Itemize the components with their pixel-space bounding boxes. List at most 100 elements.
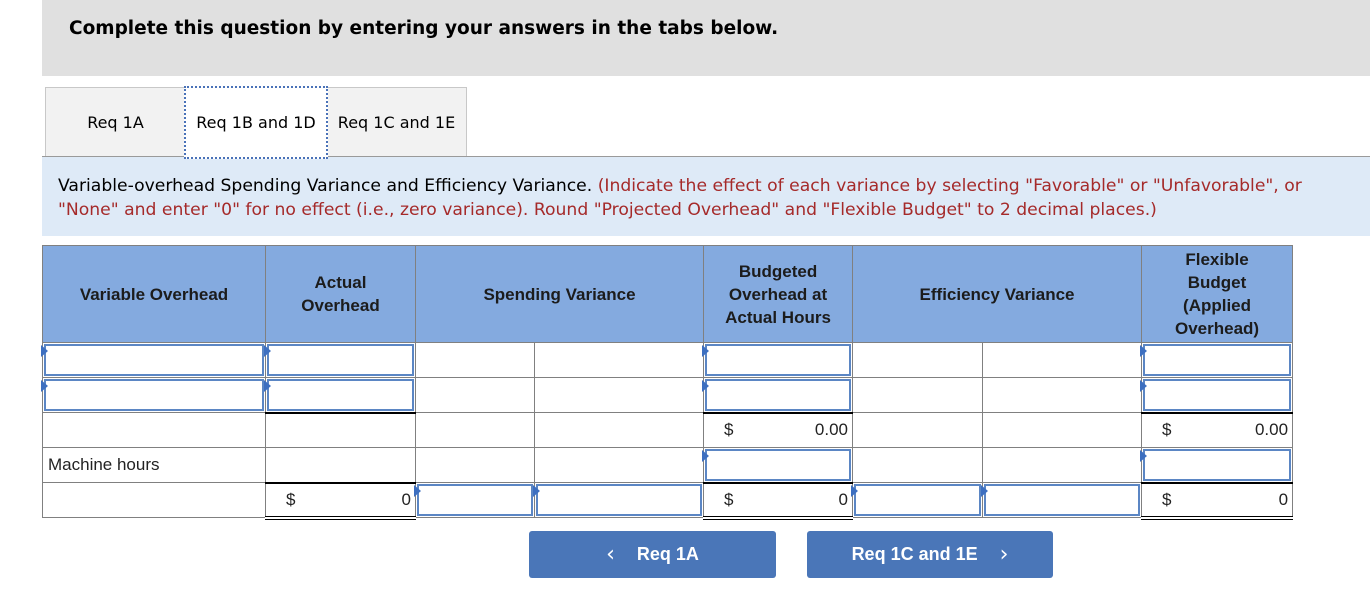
instructions-panel: Variable-overhead Spending Variance and … bbox=[42, 157, 1370, 236]
variable-overhead-cell[interactable] bbox=[41, 377, 266, 413]
variance-table: Variable Overhead Actual Overhead Spendi… bbox=[41, 245, 1294, 520]
efficiency-variance-effect-cell bbox=[982, 447, 1143, 483]
question-header: Complete this question by entering your … bbox=[42, 0, 1370, 76]
variable-overhead-input-2[interactable] bbox=[44, 379, 264, 411]
dropdown-indicator-icon bbox=[41, 345, 48, 357]
prev-button-label: Req 1A bbox=[636, 544, 699, 564]
flexible-budget-grand-total-cell: $ 0 bbox=[1141, 481, 1294, 520]
efficiency-variance-amount-cell bbox=[852, 447, 984, 483]
machine-hours-label: Machine hours bbox=[42, 447, 266, 483]
currency-symbol: $ bbox=[286, 489, 296, 509]
dropdown-indicator-icon bbox=[851, 485, 859, 497]
budgeted-overhead-grand-total-value: 0 bbox=[838, 489, 849, 509]
variable-overhead-cell bbox=[42, 482, 266, 518]
variable-overhead-input-1[interactable] bbox=[44, 344, 264, 376]
instructions-note-line2: "None" and enter "0" for no effect (i.e.… bbox=[58, 200, 1157, 220]
header-budgeted-overhead: Budgeted Overhead at Actual Hours bbox=[703, 245, 854, 343]
table-row: $ 0 $ 0 $ 0 bbox=[42, 481, 1294, 520]
spending-variance-effect-cell bbox=[533, 412, 705, 448]
header-actual-overhead: Actual Overhead bbox=[265, 245, 416, 343]
currency-symbol: $ bbox=[1162, 420, 1172, 440]
flexible-budget-cell[interactable] bbox=[1140, 342, 1294, 378]
spending-variance-effect-select[interactable] bbox=[536, 484, 703, 516]
table-row: Machine hours bbox=[42, 447, 1294, 483]
spending-variance-amount-cell[interactable] bbox=[414, 482, 535, 518]
actual-overhead-cell[interactable] bbox=[264, 377, 416, 413]
flexible-budget-input-1[interactable] bbox=[1143, 344, 1292, 376]
spending-variance-amount-cell bbox=[415, 377, 535, 413]
flexible-budget-total-value: 0.00 bbox=[1254, 420, 1289, 440]
spending-variance-amount-cell bbox=[415, 412, 535, 448]
dropdown-indicator-icon bbox=[414, 485, 421, 497]
prev-req-1a-button[interactable]: ‹ Req 1A bbox=[529, 531, 776, 578]
table-row: $ 0.00 $ 0.00 bbox=[42, 411, 1294, 448]
budgeted-overhead-grand-total-cell: $ 0 bbox=[703, 481, 854, 520]
budgeted-overhead-cell[interactable] bbox=[702, 447, 854, 483]
currency-symbol: $ bbox=[724, 420, 734, 440]
chevron-right-icon: › bbox=[999, 542, 1009, 567]
currency-symbol: $ bbox=[1162, 489, 1172, 509]
efficiency-variance-effect-cell bbox=[982, 412, 1143, 448]
efficiency-variance-amount-input[interactable] bbox=[854, 484, 982, 516]
header-efficiency-variance: Efficiency Variance bbox=[852, 245, 1143, 343]
dropdown-indicator-icon bbox=[981, 485, 989, 497]
efficiency-variance-effect-cell[interactable] bbox=[981, 482, 1143, 518]
question-instruction-title: Complete this question by entering your … bbox=[69, 18, 779, 39]
variable-overhead-cell[interactable] bbox=[41, 342, 266, 378]
dropdown-indicator-icon bbox=[702, 450, 710, 462]
budgeted-overhead-machine-hours-input[interactable] bbox=[705, 449, 852, 481]
actual-overhead-grand-total-value: 0 bbox=[401, 489, 411, 509]
actual-overhead-input-2[interactable] bbox=[267, 379, 414, 411]
actual-overhead-grand-total-cell: $ 0 bbox=[265, 481, 416, 520]
tab-req-1c-and-1e[interactable]: Req 1C and 1E bbox=[327, 87, 467, 157]
spending-variance-amount-input[interactable] bbox=[417, 484, 533, 516]
tab-req-1b-and-1d[interactable]: Req 1B and 1D bbox=[184, 86, 328, 159]
next-button-label: Req 1C and 1E bbox=[851, 544, 978, 564]
flexible-budget-machine-hours-input[interactable] bbox=[1143, 449, 1292, 481]
spending-variance-effect-cell bbox=[533, 447, 705, 483]
dropdown-indicator-icon bbox=[533, 485, 540, 497]
flexible-budget-cell[interactable] bbox=[1140, 447, 1294, 483]
budgeted-overhead-cell[interactable] bbox=[702, 377, 854, 413]
currency-symbol: $ bbox=[724, 489, 734, 509]
budgeted-overhead-input-2[interactable] bbox=[705, 379, 852, 411]
table-row bbox=[41, 377, 1294, 413]
budgeted-overhead-total-value: 0.00 bbox=[814, 420, 849, 440]
budgeted-overhead-input-1[interactable] bbox=[705, 344, 852, 376]
header-variable-overhead: Variable Overhead bbox=[42, 245, 266, 343]
chevron-left-icon: ‹ bbox=[606, 542, 615, 567]
spending-variance-effect-cell bbox=[533, 377, 705, 413]
tab-req-1a[interactable]: Req 1A bbox=[45, 87, 186, 157]
dropdown-indicator-icon bbox=[264, 380, 271, 392]
dropdown-indicator-icon bbox=[264, 345, 271, 357]
dropdown-indicator-icon bbox=[41, 380, 48, 392]
actual-overhead-cell[interactable] bbox=[264, 342, 416, 378]
dropdown-indicator-icon bbox=[1140, 380, 1148, 392]
efficiency-variance-effect-select[interactable] bbox=[984, 484, 1141, 516]
spending-variance-effect-cell[interactable] bbox=[533, 482, 705, 518]
instructions-title: Variable-overhead Spending Variance and … bbox=[58, 176, 593, 196]
flexible-budget-grand-total-value: 0 bbox=[1278, 489, 1289, 509]
actual-overhead-cell bbox=[265, 411, 416, 448]
dropdown-indicator-icon bbox=[1140, 345, 1148, 357]
flexible-budget-cell[interactable] bbox=[1140, 377, 1294, 413]
spending-variance-effect-cell bbox=[533, 342, 705, 378]
next-req-1c-and-1e-button[interactable]: Req 1C and 1E › bbox=[807, 531, 1053, 578]
efficiency-variance-amount-cell bbox=[852, 412, 984, 448]
budgeted-overhead-cell[interactable] bbox=[702, 342, 854, 378]
efficiency-variance-effect-cell bbox=[982, 377, 1143, 413]
actual-overhead-input-1[interactable] bbox=[267, 344, 414, 376]
efficiency-variance-amount-cell bbox=[852, 377, 984, 413]
header-flexible-budget: Flexible Budget (Applied Overhead) bbox=[1141, 245, 1294, 343]
budgeted-overhead-total-cell: $ 0.00 bbox=[703, 411, 854, 448]
dropdown-indicator-icon bbox=[1140, 450, 1148, 462]
instructions-note-line1: (Indicate the effect of each variance by… bbox=[597, 176, 1302, 196]
flexible-budget-input-2[interactable] bbox=[1143, 379, 1292, 411]
efficiency-variance-amount-cell[interactable] bbox=[851, 482, 984, 518]
efficiency-variance-amount-cell bbox=[852, 342, 984, 378]
header-row: Variable Overhead Actual Overhead Spendi… bbox=[42, 245, 1294, 343]
actual-overhead-cell bbox=[265, 447, 416, 483]
table-row bbox=[41, 342, 1294, 378]
flexible-budget-total-cell: $ 0.00 bbox=[1141, 411, 1294, 448]
header-spending-variance: Spending Variance bbox=[414, 245, 705, 343]
